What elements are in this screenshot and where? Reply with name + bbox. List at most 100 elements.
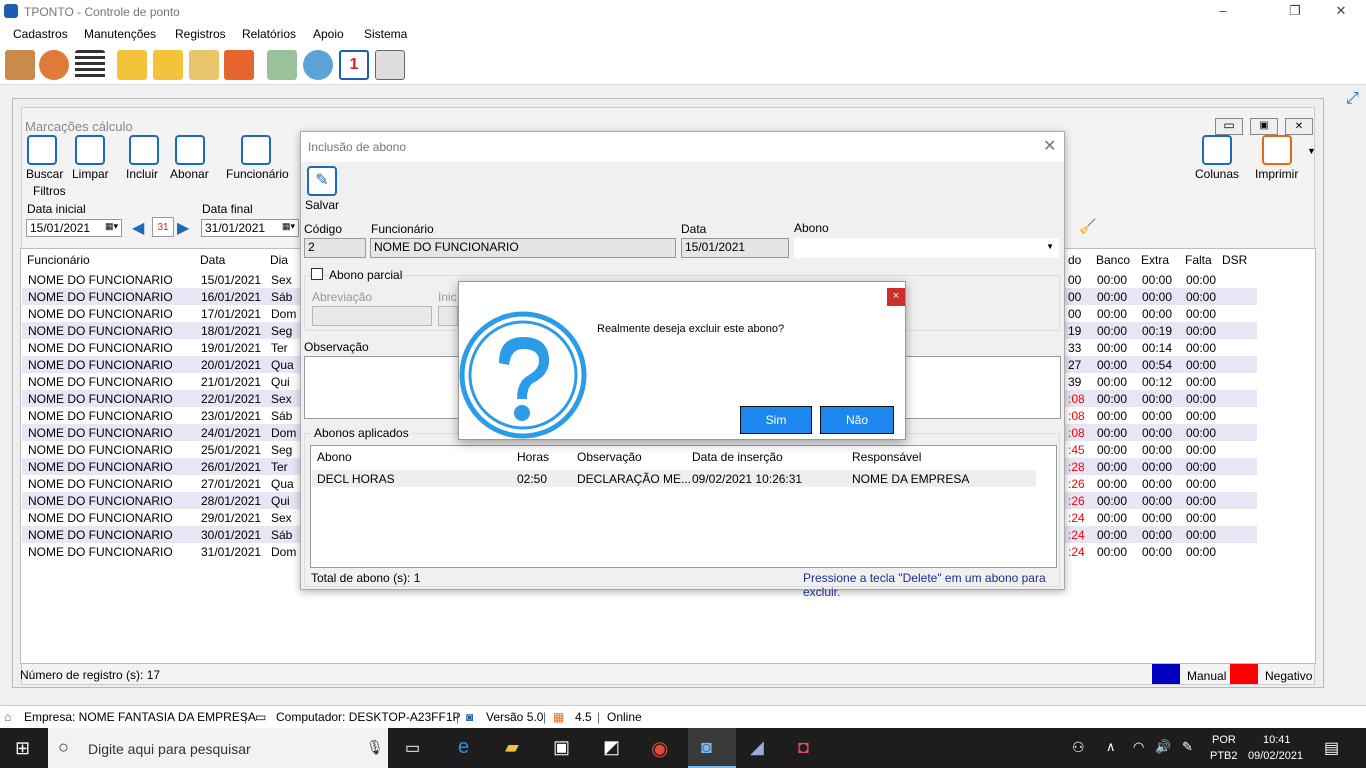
child-minimize-button[interactable]: ▭ [1215,118,1243,135]
task-view-icon[interactable]: ▭ [405,738,420,758]
store-icon[interactable]: ▣ [553,737,570,758]
tray-chevron-icon[interactable]: ∧ [1106,739,1116,755]
people-icon[interactable]: ⚇ [1072,739,1085,756]
sticky-notes-icon[interactable]: ◩ [603,737,620,758]
minimize-button[interactable]: – [1200,0,1246,24]
taskbar-search[interactable]: ○ Digite aqui para pesquisar 🎙 [48,728,388,768]
employee-icon[interactable] [241,135,271,165]
save-button[interactable]: Salvar [305,198,339,212]
clock-icon[interactable] [39,50,69,80]
chrome-icon[interactable]: ◉ [651,736,668,761]
calendar-one-icon[interactable]: 1 [339,50,369,80]
menu-apoio[interactable]: Apoio [313,27,344,41]
child-close-button[interactable]: ✕ [1285,118,1313,135]
employee-button[interactable]: Funcionário [226,167,289,181]
print-button[interactable]: Imprimir [1255,167,1298,181]
table-cell: 00:00 [1142,460,1173,474]
columns-button[interactable]: Colunas [1195,167,1239,181]
confirm-close-button[interactable]: × [887,288,905,306]
notifications-icon[interactable]: ▤ [1324,738,1339,758]
applied-row[interactable]: DECL HORAS 02:50 DECLARAÇÃO ME... 09/02/… [312,470,1036,487]
spreadsheet-icon[interactable] [267,50,297,80]
edge-icon[interactable]: e [458,736,469,759]
lang-secondary[interactable]: PTB2 [1210,750,1238,762]
app-icon[interactable]: ◢ [750,737,764,758]
abonar-icon[interactable] [175,135,205,165]
applied-header-data-insercao[interactable]: Data de inserção [692,450,783,464]
table-cell: 26/01/2021 [201,460,262,474]
calendar-icon[interactable]: 31 [152,217,174,237]
gear-icon[interactable] [1202,135,1232,165]
column-header-banco[interactable]: Banco [1096,253,1130,267]
folder-sync-icon[interactable] [153,50,183,80]
column-header-dia[interactable]: Dia [270,253,288,267]
volume-icon[interactable]: 🔊 [1155,739,1171,755]
pencil-icon[interactable]: ✎ [307,166,337,196]
menu-registros[interactable]: Registros [175,27,226,41]
table-cell: 00:00 [1186,545,1217,559]
employee-field: NOME DO FUNCIONARIO [370,238,676,258]
abonar-button[interactable]: Abonar [170,167,209,181]
menu-manutencoes[interactable]: Manutenções [84,27,156,41]
search-button[interactable]: Buscar [26,167,63,181]
folder-icon[interactable] [117,50,147,80]
clear-button[interactable]: Limpar [72,167,109,181]
database-icon: ▦ [553,710,565,724]
column-header-saldo[interactable]: do [1068,253,1081,267]
menu-cadastros[interactable]: Cadastros [13,27,68,41]
date-start-field[interactable]: 15/01/2021 ▦▾ [26,219,122,237]
printer-icon[interactable] [1262,135,1292,165]
abono-select[interactable]: ▼ [794,238,1059,258]
restore-button[interactable]: ❐ [1272,0,1318,24]
microphone-icon[interactable]: 🎙 [366,739,384,756]
clock-time[interactable]: 10:41 [1263,734,1291,746]
date-end-field[interactable]: 31/01/2021 ▦▾ [201,219,299,237]
no-button[interactable]: Não [820,406,894,434]
table-cell: 00:00 [1142,392,1173,406]
search-icon[interactable] [27,135,57,165]
column-header-funcionario[interactable]: Funcionário [27,253,90,267]
column-header-dsr[interactable]: DSR [1222,253,1247,267]
date-picker-icon[interactable]: ▦▾ [282,221,295,232]
calendar-clock-icon[interactable] [303,50,333,80]
broom-icon[interactable]: 🧹 [1079,218,1096,235]
applied-header-abono[interactable]: Abono [317,450,352,464]
applied-header-responsavel[interactable]: Responsável [852,450,921,464]
grid-icon[interactable] [375,50,405,80]
table-cell: 20/01/2021 [201,358,262,372]
arrow-left-icon[interactable]: ◀ [132,218,144,238]
close-button[interactable]: ✕ [1318,0,1364,24]
partial-checkbox[interactable] [311,268,323,280]
table-cell: Qua [271,477,294,491]
pen-icon[interactable]: ✎ [1182,739,1193,755]
chevron-down-icon[interactable]: ▼ [1307,146,1316,156]
lang-primary[interactable]: POR [1212,734,1236,746]
date-picker-icon[interactable]: ▦▾ [105,221,118,232]
video-icon[interactable]: ◘ [798,737,809,758]
dialog-close-icon[interactable]: ✕ [1043,136,1056,156]
column-header-extra[interactable]: Extra [1141,253,1169,267]
users-icon[interactable] [5,50,35,80]
chart-icon[interactable] [224,50,254,80]
clipboard-icon[interactable] [189,50,219,80]
arrow-right-icon[interactable]: ▶ [177,218,189,238]
tponto-taskbar-item[interactable]: ◙ [688,728,736,768]
applied-header-horas[interactable]: Horas [517,450,549,464]
file-explorer-icon[interactable]: ▰ [505,737,519,758]
column-header-data[interactable]: Data [200,253,225,267]
fullscreen-icon[interactable]: ⤢ [1346,90,1364,108]
clear-icon[interactable] [75,135,105,165]
chevron-down-icon[interactable]: ▼ [1046,242,1054,251]
wifi-icon[interactable]: ◠ [1133,739,1144,755]
add-icon[interactable] [129,135,159,165]
yes-button[interactable]: Sim [740,406,812,434]
windows-start-icon[interactable]: ⊞ [15,738,30,759]
menu-sistema[interactable]: Sistema [364,27,407,41]
list-icon[interactable] [75,50,105,80]
column-header-falta[interactable]: Falta [1185,253,1212,267]
applied-header-observacao[interactable]: Observação [577,450,642,464]
add-button[interactable]: Incluir [126,167,158,181]
clock-date[interactable]: 09/02/2021 [1248,750,1303,762]
menu-relatorios[interactable]: Relatórios [242,27,296,41]
child-maximize-button[interactable]: ▣ [1250,118,1278,135]
